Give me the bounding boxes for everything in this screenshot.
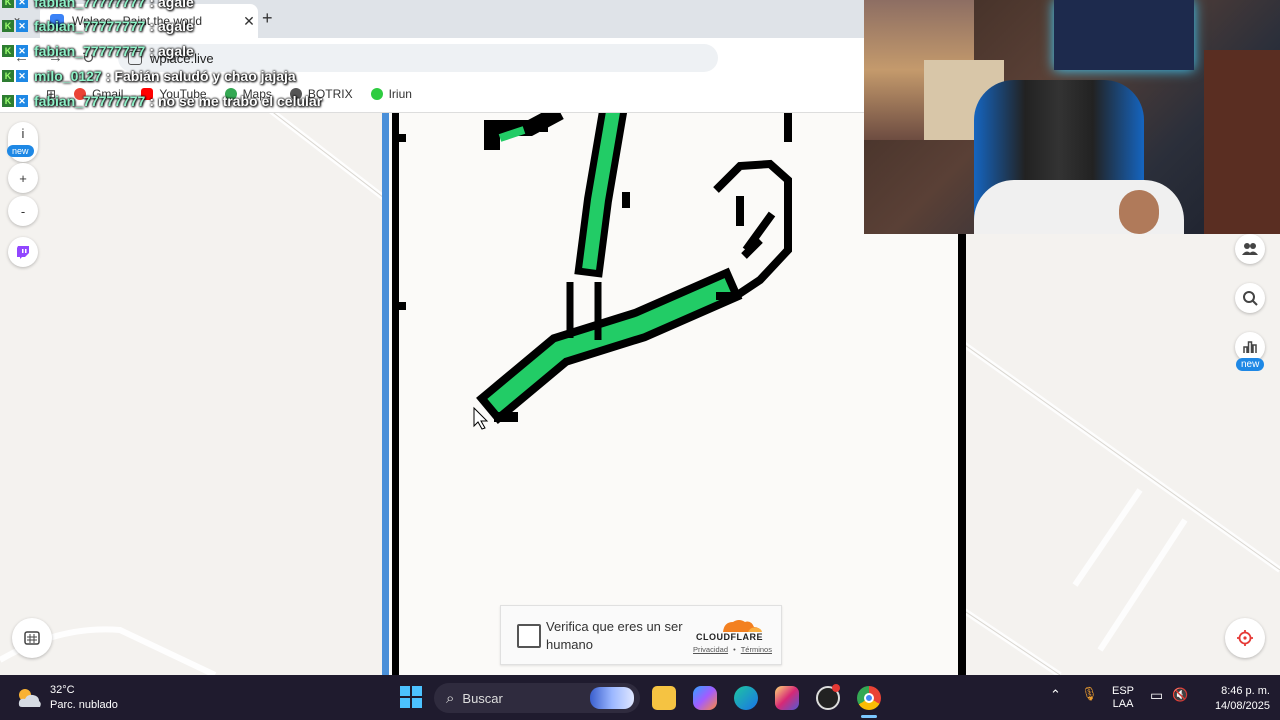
chat-separator: : — [149, 93, 154, 109]
chat-username: fabian_77777777 — [34, 93, 146, 109]
clock-time: 8:46 p. m. — [1221, 685, 1270, 697]
temperature: 32°C — [50, 684, 75, 696]
chat-message: K ✕ milo_0127 : Fabián saludó y chao jaj… — [2, 64, 296, 88]
captcha-links: Privacidad • Términos — [693, 645, 772, 654]
twitch-icon — [17, 246, 29, 259]
display-icon[interactable]: ▭ — [1150, 687, 1163, 704]
chat-message: K ✕ fabian_77777777 : agale — [2, 39, 194, 63]
kick-badge-icon: K — [2, 95, 14, 107]
chat-text: agale — [157, 0, 194, 10]
captcha-label: Verifica que eres un ser humano — [546, 619, 683, 652]
chat-text: Fabián saludó y chao jajaja — [114, 68, 296, 84]
kick-badge-icon: K — [2, 20, 14, 32]
terms-link[interactable]: Términos — [741, 645, 772, 654]
edge-icon[interactable] — [734, 686, 758, 710]
canvas-blue-border — [382, 112, 389, 675]
copilot-icon[interactable] — [693, 686, 717, 710]
microphone-icon[interactable]: 🎙 — [1081, 686, 1098, 702]
windows-taskbar: 32°C Parc. nublado ⌕ Buscar ⌃ 🎙 ESP LAA … — [0, 675, 1280, 720]
chat-message: K ✕ fabian_77777777 : agale — [2, 14, 194, 38]
chat-message: K ✕ fabian_77777777 : no se me trabo el … — [2, 89, 322, 112]
platform-badge-icon: ✕ — [16, 45, 28, 57]
chat-separator: : — [105, 68, 111, 84]
streamer-arm — [1119, 190, 1159, 234]
chat-text: no se me trabo el celular — [157, 93, 323, 109]
link-separator: • — [733, 645, 736, 654]
plus-icon: + — [19, 170, 27, 186]
chat-text: agale — [157, 18, 194, 34]
volume-muted-icon[interactable]: 🔇 — [1172, 687, 1188, 703]
new-badge: new — [7, 145, 34, 157]
chat-username: fabian_77777777 — [34, 18, 146, 34]
partly-cloudy-icon — [18, 689, 41, 707]
kick-badge-icon: K — [2, 45, 14, 57]
background-shelf — [1204, 50, 1280, 234]
chat-username: fabian_77777777 — [34, 43, 146, 59]
system-clock[interactable]: 8:46 p. m. 14/08/2025 — [1200, 684, 1270, 714]
chevron-up-icon[interactable]: ⌃ — [1050, 687, 1061, 703]
zoom-in-button[interactable]: + — [8, 163, 38, 193]
windows-start-icon[interactable] — [400, 686, 422, 708]
search-highlight-image — [590, 687, 634, 709]
kick-badge-icon: K — [2, 70, 14, 82]
chat-username: fabian_77777777 — [34, 0, 146, 10]
chat-username: milo_0127 — [34, 68, 102, 84]
webcam-overlay — [864, 0, 1280, 234]
chat-message: K ✕ fabian_77777777 : agale — [2, 0, 194, 14]
search-icon: ⌕ — [446, 689, 455, 707]
paint-palette-button[interactable] — [12, 618, 52, 658]
platform-badge-icon: ✕ — [16, 0, 28, 8]
chat-separator: : — [149, 18, 154, 34]
search-placeholder: Buscar — [462, 690, 503, 706]
active-app-indicator — [861, 715, 877, 718]
location-icon — [1237, 630, 1253, 646]
people-button[interactable] — [1235, 234, 1265, 264]
clock-date: 14/08/2025 — [1214, 700, 1270, 712]
chart-icon — [1243, 341, 1257, 353]
twitch-button[interactable] — [8, 237, 38, 267]
chat-separator: : — [149, 43, 154, 59]
weather-widget[interactable]: 32°C Parc. nublado — [16, 683, 118, 713]
platform-badge-icon: ✕ — [16, 70, 28, 82]
paint-palette-icon — [24, 631, 40, 645]
cloudflare-captcha: Verifica que eres un ser humano CLOUDFLA… — [500, 605, 782, 665]
zoom-out-button[interactable]: - — [8, 196, 38, 226]
locate-button[interactable] — [1225, 618, 1265, 658]
people-icon — [1242, 243, 1258, 255]
obs-icon[interactable] — [816, 684, 840, 710]
chrome-icon[interactable] — [857, 686, 881, 710]
chat-text: agale — [157, 43, 194, 59]
search-map-icon — [1243, 291, 1258, 306]
recording-dot-icon — [832, 684, 840, 692]
canvas-right-line — [958, 234, 966, 675]
minus-icon: - — [20, 203, 26, 219]
taskbar-search[interactable]: ⌕ Buscar — [434, 683, 640, 713]
cloudflare-brand: CLOUDFLARE — [696, 632, 763, 642]
kick-badge-icon: K — [2, 0, 14, 8]
chat-separator: : — [149, 0, 154, 10]
instagram-icon[interactable] — [775, 686, 799, 710]
search-map-button[interactable] — [1235, 283, 1265, 313]
info-icon: i — [21, 126, 25, 141]
weather-description: Parc. nublado — [50, 699, 118, 711]
canvas-left-line — [392, 112, 399, 675]
file-explorer-icon[interactable] — [652, 686, 676, 710]
privacy-link[interactable]: Privacidad — [693, 645, 728, 654]
language-indicator[interactable]: ESP LAA — [1112, 685, 1134, 711]
platform-badge-icon: ✕ — [16, 95, 28, 107]
platform-badge-icon: ✕ — [16, 20, 28, 32]
background-monitor — [1054, 0, 1194, 70]
stream-chat-overlay: K ✕ fabian_77777777 : agale K ✕ fabian_7… — [0, 0, 864, 112]
human-verification-checkbox[interactable] — [517, 624, 541, 648]
new-badge: new — [1236, 358, 1265, 371]
